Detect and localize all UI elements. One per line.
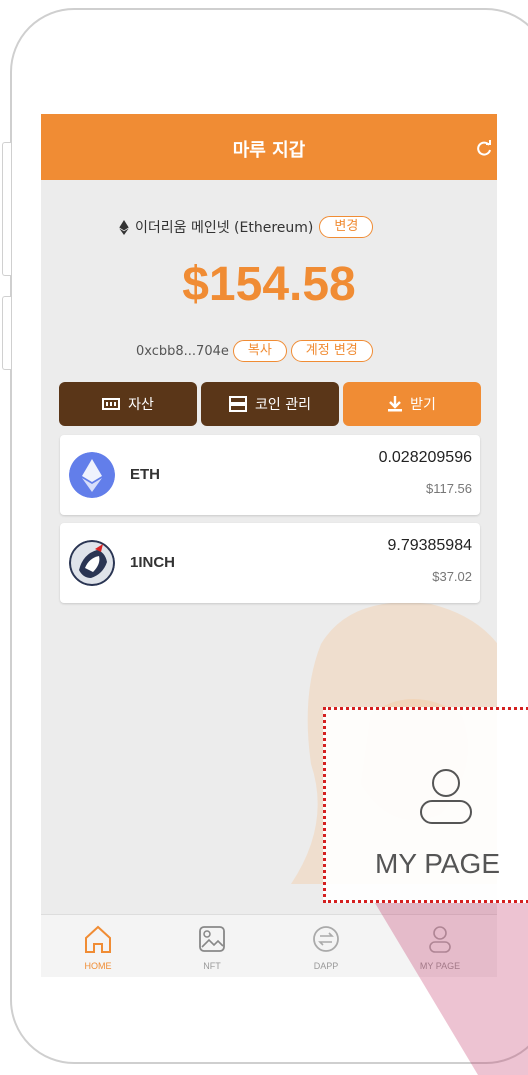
my-page-callout: MY PAGE <box>323 707 528 903</box>
user-icon <box>420 769 472 824</box>
callout-pointer <box>375 903 528 1075</box>
callout-label: MY PAGE <box>375 848 501 879</box>
